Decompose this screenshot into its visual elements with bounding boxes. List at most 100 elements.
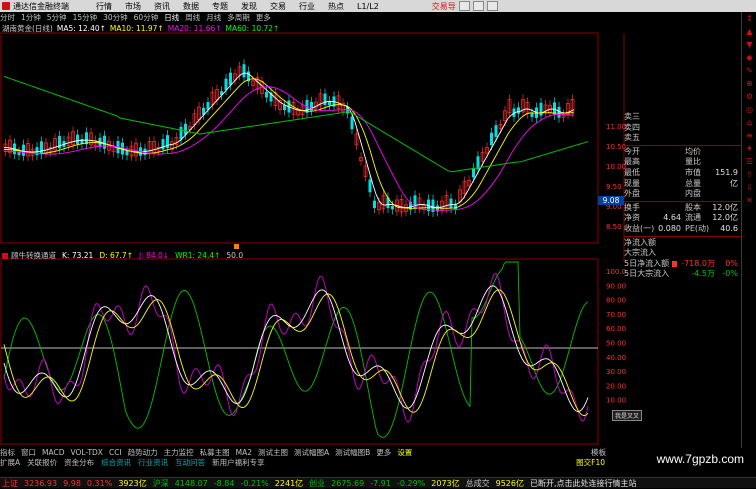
tab-ext-a[interactable]: 扩展A [0,457,20,468]
axes: 11.0010.5010.009.509.008.50100.090.0080.… [3,123,626,456]
tab-test-a[interactable]: 测试幅图A [294,447,329,458]
d-line [3,289,589,417]
quote-value: 40.6 [720,223,738,233]
quote-value [648,189,681,200]
small-popup[interactable]: 我是叉叉 [612,410,643,421]
candle-body [40,141,43,155]
indicator-tick-label: 60.00 [606,325,626,333]
quote-label: 内盘 [685,189,701,199]
indicator-wr: WR1: 24.4↑ [175,251,221,260]
quote-label: 外盘 [624,189,640,199]
indicator-k: K: 73.21 [62,251,94,260]
quote-value [709,189,738,200]
quote-label: 量比 [685,157,701,167]
indicator-name[interactable]: 顾牛转换通道 [11,250,56,261]
quote-label: 最低 [624,167,640,177]
quote-value [709,179,738,190]
quote-label: 今开 [624,146,640,156]
flow-label: 5日大宗流入 [624,269,670,279]
current-price-marker: 9.08 [598,196,624,205]
flow-value [684,238,714,249]
tab-qa[interactable]: 互动问答 [175,457,205,468]
candle-body [472,168,475,178]
quote-value [648,179,681,190]
tab-macd[interactable]: MACD [42,448,64,457]
tab-more[interactable]: 更多 [376,447,391,458]
indicator-j: J: 84.0↓ [138,251,170,260]
cy-index-value: 2675.69 [331,478,365,488]
indicator-tick-label: 10.00 [606,397,626,405]
flow-pct: 0% [725,258,738,268]
indicator-chart-frame [0,258,599,445]
quote-value: 151.9亿 [715,167,738,188]
flow-value: -718.0万 [681,258,715,268]
candle-body [229,72,232,86]
quote-value: 12.0亿 [712,213,738,223]
quote-label: 总量 [685,178,701,188]
tab-vol[interactable]: VOL-TDX [70,448,102,457]
tab-f10[interactable]: 图交F10 [576,457,605,468]
indicator-tick-label: 20.00 [606,382,626,390]
ask-4-label: 卖四 [624,122,640,132]
quote-value [709,147,738,158]
candle-body [368,179,372,193]
sh-index-pct: 0.31% [86,478,113,488]
tab-news[interactable]: 综合资讯 [101,457,131,468]
candle-body [350,116,354,130]
quote-value: 12.0亿 [712,202,738,212]
candle-body [265,91,268,98]
ask-5-label: 卖五 [624,133,640,143]
indicator-lines [3,261,589,438]
indicator-menu-icon[interactable] [2,252,8,259]
indicator-tick-label: 40.00 [606,354,626,362]
indicator-d: D: 67.7↑ [99,251,133,260]
candle-body [161,139,165,150]
ma-lines [3,72,589,249]
quote-label: 换手 [624,202,640,212]
event-marker-icon [234,244,239,249]
info-tabs: 扩展A 关联报价 资金分布 综合资讯 行业资讯 互动问答 新用户福利专享 图交F… [0,457,612,467]
tab-test-b[interactable]: 测试幅图B [335,447,370,458]
flow-label: 大宗流入 [624,248,656,258]
candle-body [179,126,183,140]
indicator-tick-label: 30.00 [606,368,626,376]
sh-index-value: 3236.93 [24,478,58,488]
candle-body [494,125,498,137]
candle-body [22,144,25,156]
hs-index-value: 4148.07 [174,478,208,488]
candle-body [184,123,187,135]
hs-index-pct: -0.21% [240,478,269,488]
flow-value: -4.5万 [691,269,715,279]
hs-index-change: -8.84 [213,478,235,488]
candle-body [224,78,228,91]
flow-pct: -0% [722,269,738,279]
candle-body [103,135,106,149]
candle-body [557,106,561,118]
tab-industry-news[interactable]: 行业资讯 [138,457,168,468]
price-tick-label: 8.50 [606,223,622,231]
quote-label: 股本 [685,202,701,212]
quote-label: 现量 [624,178,640,188]
cy-index-change: -7.91 [370,478,391,488]
quote-value: 0.080 [658,223,681,233]
candle-body [539,102,543,116]
sh-index-change: 9.98 [63,478,81,488]
ma5-line [3,72,575,209]
indicator-legend: 顾牛转换通道 K: 73.21 D: 67.7↑ J: 84.0↓ WR1: 2… [2,251,243,260]
main-chart-frame [0,32,599,244]
indicator-tick-label: 90.00 [606,282,626,290]
tab-ma2[interactable]: MA2 [236,448,252,457]
watermark-text: www.7gpzb.com [656,452,744,466]
ask-3-label: 卖三 [624,112,640,121]
tab-fund-dist[interactable]: 资金分布 [64,457,94,468]
quote-value [648,168,681,179]
quote-value [648,157,681,168]
tab-settings[interactable]: 设置 [397,447,412,458]
tab-related[interactable]: 关联报价 [27,457,57,468]
tab-welfare[interactable]: 新用户福利专享 [212,457,265,468]
quote-panel: 卖三 卖四 卖五 今开 均价 最高 量比 最低 市值 151.9亿 现量 总量 外盘 内盘 … [624,112,742,280]
indicator-tick-label: 80.00 [606,297,626,305]
tab-cci[interactable]: CCI [109,448,122,457]
quote-value [709,157,738,168]
candle-body [373,200,376,208]
